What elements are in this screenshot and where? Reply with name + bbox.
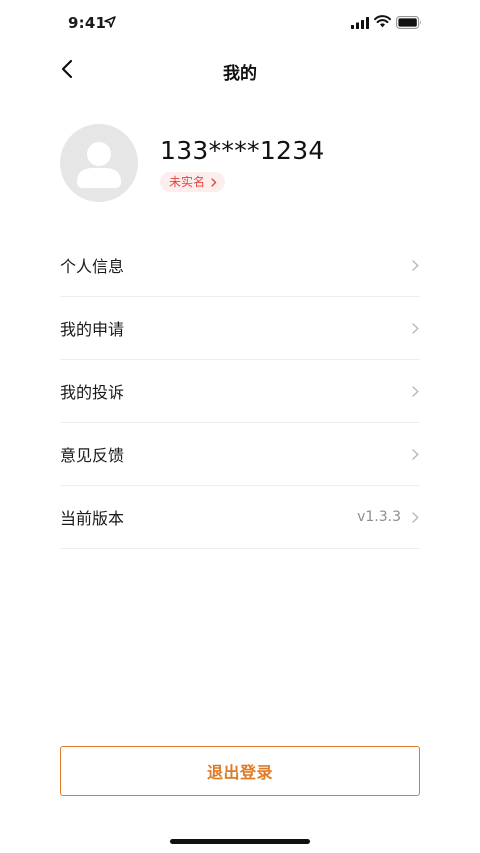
chevron-right-icon [412,322,419,334]
avatar[interactable] [60,124,138,202]
page-title: 我的 [223,64,257,84]
person-icon [77,142,121,188]
menu-list: 个人信息 我的申请 我的投诉 意见反馈 当前版本 v1.3.3 [60,234,420,549]
menu-item-my-applications[interactable]: 我的申请 [60,297,420,360]
chevron-right-icon [412,385,419,397]
menu-item-label: 我的投诉 [60,383,125,402]
battery-icon [396,16,421,29]
status-bar: 9:41 [0,0,480,46]
menu-item-label: 当前版本 [60,509,125,528]
verify-status-label: 未实名 [169,175,206,189]
menu-item-label: 意见反馈 [60,446,125,465]
chevron-right-icon [412,259,419,271]
menu-item-label: 个人信息 [60,257,125,276]
menu-item-label: 我的申请 [60,320,125,339]
chevron-right-icon [412,448,419,460]
nav-bar: 我的 [0,46,480,92]
phone-number: 133****1234 [160,136,325,165]
status-time: 9:41 [68,14,107,32]
menu-item-personal-info[interactable]: 个人信息 [60,234,420,297]
location-arrow-icon [104,16,116,28]
chevron-right-icon [211,177,217,187]
menu-item-feedback[interactable]: 意见反馈 [60,423,420,486]
signal-icon [351,17,369,29]
chevron-right-icon [412,511,419,523]
menu-item-current-version[interactable]: 当前版本 v1.3.3 [60,486,420,549]
logout-label: 退出登录 [206,763,273,782]
menu-item-my-complaints[interactable]: 我的投诉 [60,360,420,423]
screen: 9:41 我的 133****1234 未实名 个人信息 我的申请 我的投诉 意… [0,0,480,853]
wifi-icon [374,15,391,28]
verify-status-badge[interactable]: 未实名 [160,172,226,192]
home-indicator [170,839,310,844]
logout-button[interactable]: 退出登录 [60,746,420,796]
version-number: v1.3.3 [357,509,401,525]
